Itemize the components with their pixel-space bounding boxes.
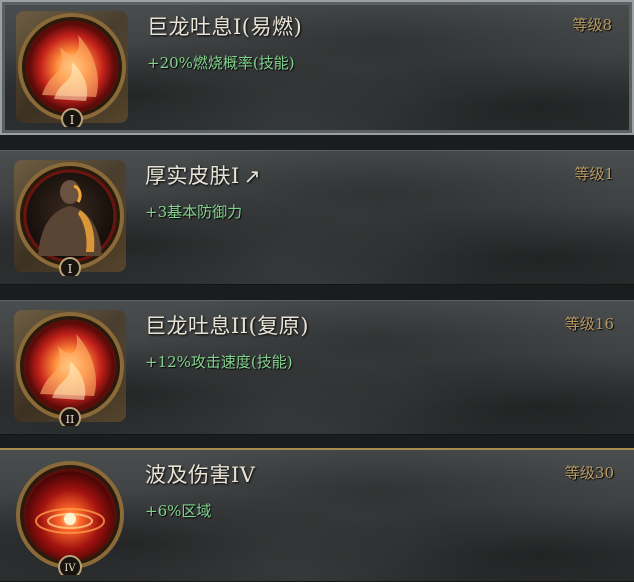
skill-effect: +12%攻击速度(技能)	[145, 353, 293, 371]
skill-effect: +3基本防御力	[145, 203, 243, 221]
fire-breath-icon: I	[12, 7, 132, 127]
skill-row-splash-damage[interactable]: IV 波及伤害IV +6%区域 等级30	[0, 448, 634, 582]
skill-level: 等级30	[564, 464, 614, 482]
skill-row-dragon-breath-2[interactable]: II 巨龙吐息II(复原) +12%攻击速度(技能) 等级16	[0, 300, 634, 435]
svg-text:I: I	[70, 113, 75, 127]
skill-title: 厚实皮肤I ↗	[145, 164, 262, 188]
skill-row-dragon-breath-1[interactable]: I 巨龙吐息I(易燃) +20%燃烧概率(技能) 等级8	[0, 0, 634, 135]
svg-text:II: II	[66, 413, 75, 426]
skill-title: 巨龙吐息II(复原)	[145, 314, 309, 338]
area-blast-icon: IV	[10, 455, 130, 575]
skill-title: 波及伤害IV	[145, 463, 256, 487]
skill-level: 等级8	[572, 16, 612, 34]
skill-title: 巨龙吐息I(易燃)	[147, 15, 303, 39]
skill-row-thick-skin[interactable]: I 厚实皮肤I ↗ +3基本防御力 等级1	[0, 150, 634, 285]
skill-level: 等级16	[564, 315, 614, 333]
svg-text:IV: IV	[64, 563, 76, 574]
skill-effect: +20%燃烧概率(技能)	[147, 54, 295, 72]
svg-text:I: I	[68, 262, 73, 276]
fire-breath-icon: II	[10, 306, 130, 426]
skill-level: 等级1	[574, 165, 614, 183]
thick-skin-icon: I	[10, 156, 130, 276]
arrow-upright-icon: ↗	[243, 164, 262, 188]
skill-effect: +6%区域	[145, 502, 212, 520]
